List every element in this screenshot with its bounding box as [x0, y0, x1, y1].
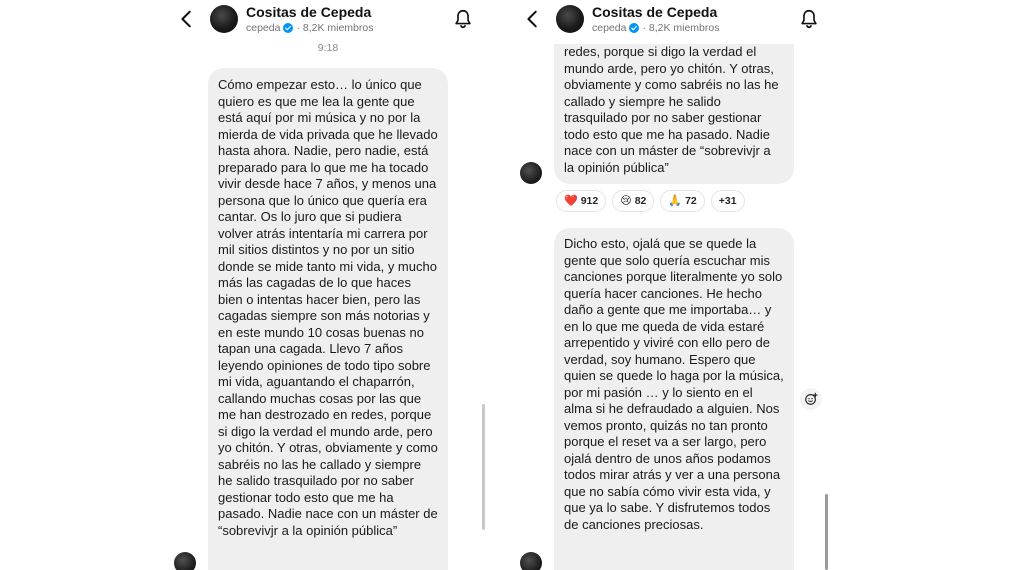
chat-panel-left: Cositas de Cepeda cepeda · 8,2K miembros… [166, 0, 490, 570]
chat-panel-right: redes, porque si digo la verdad el mundo… [512, 0, 836, 570]
reaction-pray[interactable]: 🙏 72 [660, 190, 705, 212]
channel-handle: cepeda [592, 22, 627, 34]
sender-avatar[interactable] [174, 552, 196, 570]
channel-avatar[interactable] [556, 5, 584, 33]
add-reaction-button[interactable] [800, 388, 822, 410]
message-text: Dicho esto, ojalá que se quede la gente … [564, 236, 784, 532]
folded-hands-icon: 🙏 [668, 194, 683, 207]
members-count: 8,2K miembros [302, 22, 374, 34]
reaction-count: 72 [685, 195, 697, 207]
verified-badge-icon [629, 23, 640, 33]
chat-header: Cositas de Cepeda cepeda · 8,2K miembros [512, 0, 836, 44]
channel-handle: cepeda [246, 22, 281, 34]
channel-subtitle: cepeda · 8,2K miembros [246, 22, 373, 34]
verified-badge-icon [283, 23, 294, 33]
channel-title[interactable]: Cositas de Cepeda [246, 4, 371, 20]
message-bubble[interactable]: Dicho esto, ojalá que se quede la gente … [554, 228, 794, 570]
scrollbar[interactable] [482, 404, 485, 530]
bell-icon[interactable] [798, 8, 820, 30]
back-arrow-icon[interactable] [176, 8, 198, 30]
message-bubble[interactable]: redes, porque si digo la verdad el mundo… [554, 26, 794, 184]
back-arrow-icon[interactable] [522, 8, 544, 30]
reaction-heart[interactable]: ❤️ 912 [556, 190, 607, 212]
sender-avatar[interactable] [520, 552, 542, 570]
scrollbar[interactable] [825, 494, 828, 570]
reaction-count: +31 [718, 195, 737, 207]
sender-avatar[interactable] [520, 162, 542, 184]
sad-face-icon: 😢 [620, 194, 632, 207]
channel-title[interactable]: Cositas de Cepeda [592, 4, 717, 20]
message-text: Cómo empezar esto… lo único que quiero e… [218, 77, 438, 538]
reaction-count: 912 [580, 195, 599, 207]
channel-avatar[interactable] [210, 5, 238, 33]
channel-subtitle: cepeda · 8,2K miembros [592, 22, 719, 34]
reaction-more[interactable]: +31 [710, 190, 745, 212]
message-text-clipped: redes, porque si digo la verdad el [564, 44, 757, 59]
reaction-sad[interactable]: 😢 82 [612, 190, 655, 212]
message-bubble[interactable]: Cómo empezar esto… lo único que quiero e… [208, 68, 448, 570]
members-count: 8,2K miembros [648, 22, 720, 34]
chat-header: Cositas de Cepeda cepeda · 8,2K miembros [166, 0, 490, 44]
add-emoji-icon [805, 392, 818, 405]
reaction-count: 82 [634, 195, 647, 207]
heart-icon: ❤️ [564, 194, 578, 207]
reactions-bar: ❤️ 912 😢 82 🙏 72 +31 [556, 190, 745, 212]
message-text: mundo arde, pero yo chitón. Y otras, obv… [564, 60, 779, 175]
bell-icon[interactable] [452, 8, 474, 30]
